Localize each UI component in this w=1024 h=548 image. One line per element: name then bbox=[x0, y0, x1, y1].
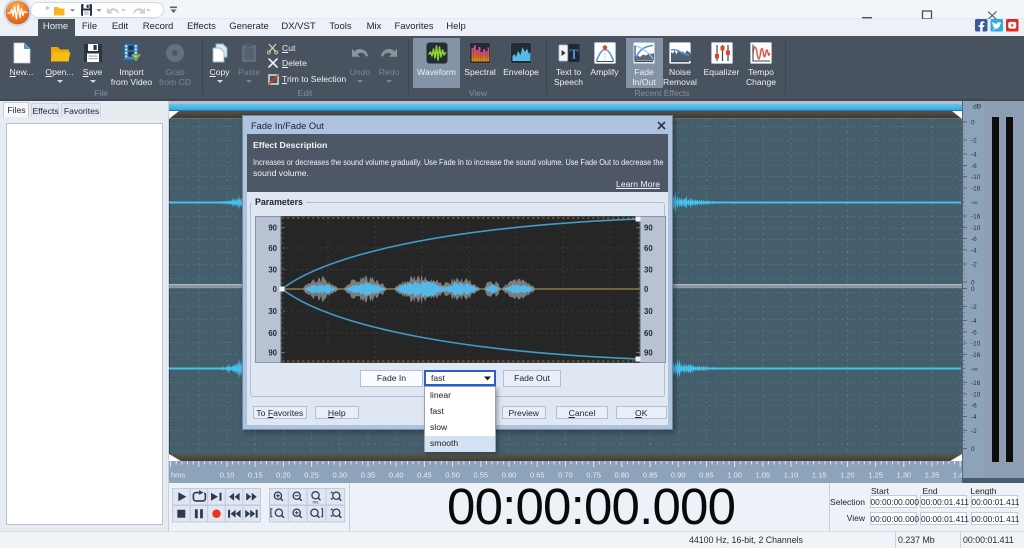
svg-text:0: 0 bbox=[971, 119, 975, 126]
svg-text:-16: -16 bbox=[971, 213, 981, 220]
svg-text:0.45: 0.45 bbox=[417, 471, 432, 480]
svg-text:1.40: 1.40 bbox=[953, 471, 962, 480]
svg-text:1.30: 1.30 bbox=[896, 471, 911, 480]
svg-text:60: 60 bbox=[268, 244, 277, 253]
svg-text:90: 90 bbox=[268, 349, 277, 358]
svg-text:-2: -2 bbox=[971, 428, 977, 435]
svg-text:90: 90 bbox=[268, 224, 277, 233]
svg-text:30: 30 bbox=[268, 266, 277, 275]
svg-text:30: 30 bbox=[644, 307, 653, 316]
svg-text:ms: ms bbox=[313, 499, 320, 504]
svg-text:hms: hms bbox=[171, 471, 185, 480]
svg-text:-16: -16 bbox=[971, 185, 981, 192]
svg-text:T: T bbox=[569, 47, 578, 62]
svg-text:0.20: 0.20 bbox=[276, 471, 291, 480]
svg-text:60: 60 bbox=[644, 329, 653, 338]
svg-text:-4: -4 bbox=[971, 414, 977, 421]
svg-text:30: 30 bbox=[268, 307, 277, 316]
svg-text:-10: -10 bbox=[971, 340, 981, 347]
svg-text:-10: -10 bbox=[971, 174, 981, 181]
svg-text:-10: -10 bbox=[971, 391, 981, 398]
svg-text:-4: -4 bbox=[971, 151, 977, 158]
svg-text:30: 30 bbox=[644, 266, 653, 275]
svg-text:-6: -6 bbox=[971, 402, 977, 409]
svg-text:1.25: 1.25 bbox=[868, 471, 883, 480]
svg-text:90: 90 bbox=[644, 349, 653, 358]
svg-text:0.30: 0.30 bbox=[332, 471, 347, 480]
svg-text:0.15: 0.15 bbox=[248, 471, 263, 480]
svg-text:60: 60 bbox=[268, 329, 277, 338]
svg-text:-∞: -∞ bbox=[971, 366, 978, 373]
svg-text:60: 60 bbox=[644, 244, 653, 253]
svg-text:0.25: 0.25 bbox=[304, 471, 319, 480]
svg-text:-10: -10 bbox=[971, 225, 981, 232]
svg-text:0.40: 0.40 bbox=[389, 471, 404, 480]
svg-text:-∞: -∞ bbox=[971, 199, 978, 206]
svg-text:0.35: 0.35 bbox=[361, 471, 376, 480]
svg-text:90: 90 bbox=[644, 224, 653, 233]
svg-text:-6: -6 bbox=[971, 163, 977, 170]
svg-text:-2: -2 bbox=[971, 261, 977, 268]
svg-text:0: 0 bbox=[971, 446, 975, 453]
svg-text:-6: -6 bbox=[971, 329, 977, 336]
svg-text:0: 0 bbox=[644, 285, 649, 294]
svg-text:-6: -6 bbox=[971, 236, 977, 243]
svg-text:0.10: 0.10 bbox=[220, 471, 235, 480]
svg-text:-16: -16 bbox=[971, 352, 981, 359]
svg-text:-2: -2 bbox=[971, 137, 977, 144]
svg-text:-4: -4 bbox=[971, 247, 977, 254]
svg-text:-2: -2 bbox=[971, 304, 977, 311]
svg-text:dB: dB bbox=[973, 104, 982, 111]
svg-text:1.35: 1.35 bbox=[925, 471, 940, 480]
svg-text:-16: -16 bbox=[971, 380, 981, 387]
svg-text:-4: -4 bbox=[971, 318, 977, 325]
svg-text:1.15: 1.15 bbox=[812, 471, 827, 480]
svg-text:0: 0 bbox=[273, 285, 278, 294]
svg-text:0: 0 bbox=[971, 286, 975, 293]
svg-text:1.20: 1.20 bbox=[840, 471, 855, 480]
